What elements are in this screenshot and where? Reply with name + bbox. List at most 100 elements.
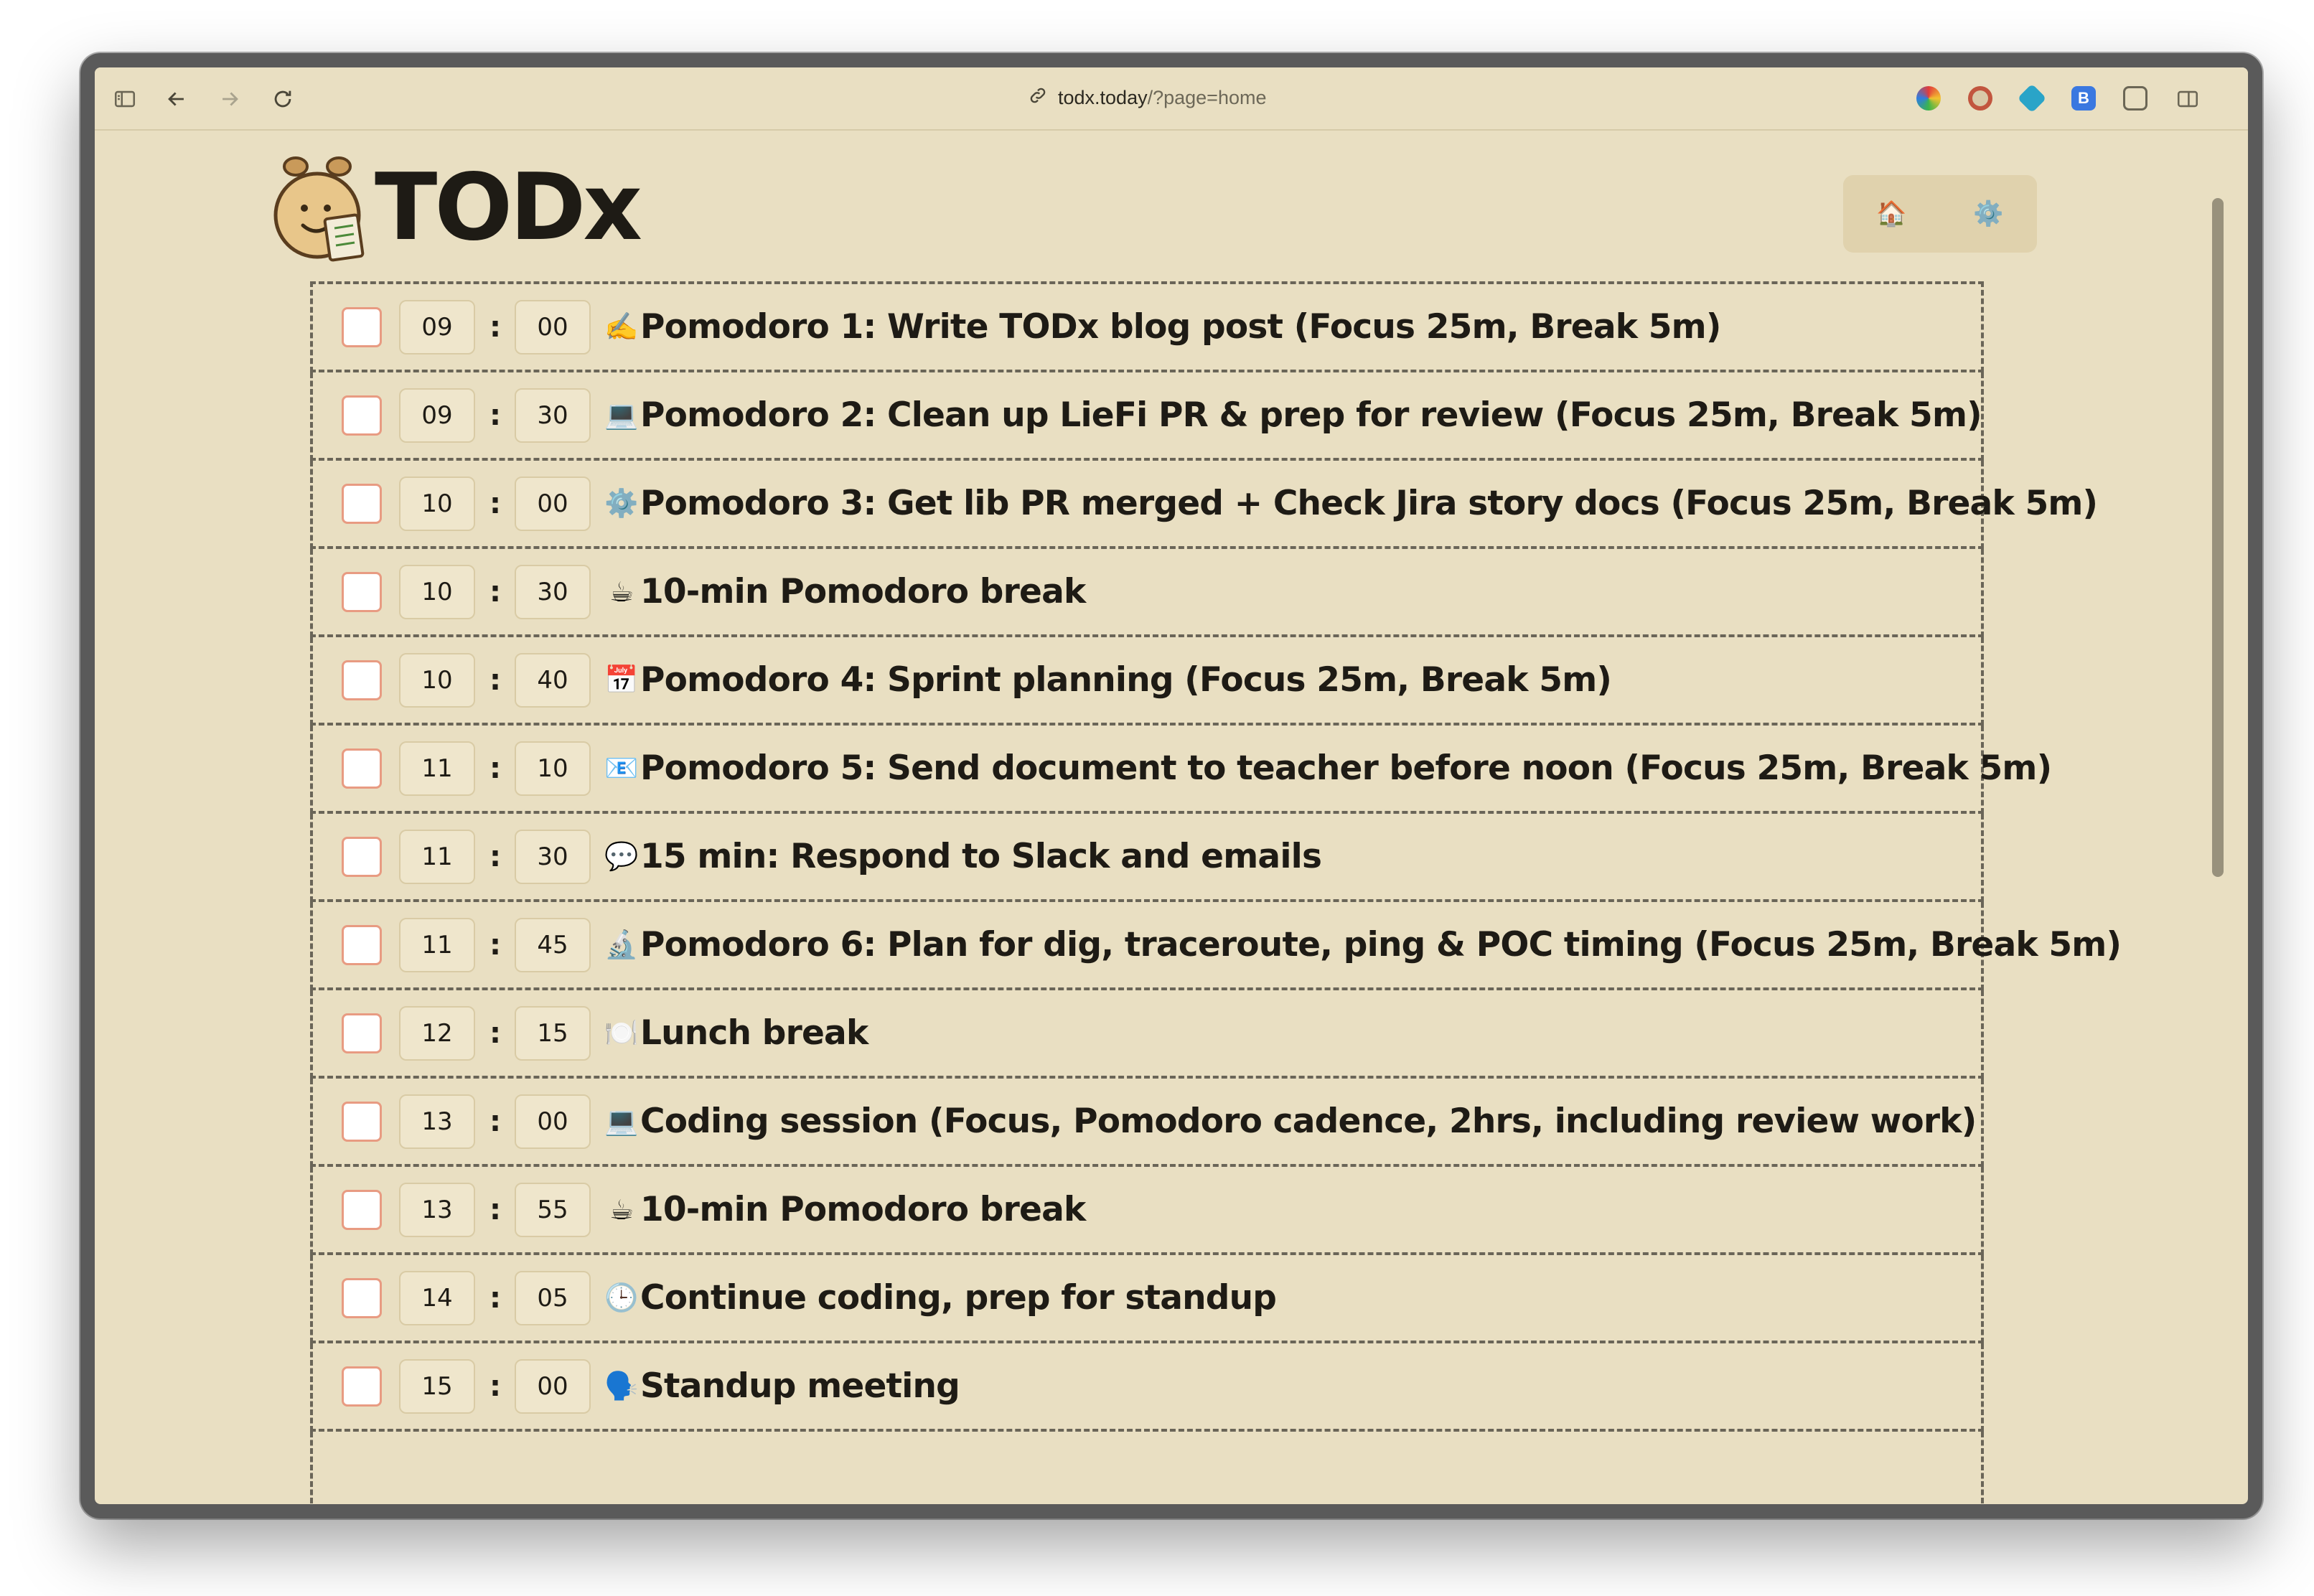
task-row: 14 : 05 🕒 Continue coding, prep for stand…: [310, 1255, 1984, 1343]
time-colon: :: [490, 1369, 501, 1403]
scrollbar[interactable]: [2212, 198, 2224, 877]
task-title[interactable]: Pomodoro 6: Plan for dig, traceroute, pi…: [640, 925, 2122, 964]
task-emoji-icon: 📧: [604, 752, 639, 784]
hour-field[interactable]: 10: [399, 476, 475, 531]
task-checkbox[interactable]: [342, 836, 382, 877]
task-title[interactable]: Pomodoro 5: Send document to teacher bef…: [640, 748, 2052, 788]
task-row-partial: [310, 1432, 1984, 1504]
minute-field[interactable]: 00: [515, 1094, 591, 1149]
task-title[interactable]: Continue coding, prep for standup: [640, 1278, 1277, 1318]
minute-field[interactable]: 10: [515, 741, 591, 796]
settings-gear-icon[interactable]: ⚙️: [1960, 185, 2018, 243]
task-checkbox[interactable]: [342, 1277, 382, 1318]
task-row: 11 : 10 📧 Pomodoro 5: Send document to te…: [310, 726, 2052, 814]
extension-b-icon[interactable]: B: [2071, 86, 2096, 111]
sidebar-toggle-icon[interactable]: [111, 85, 139, 113]
alarm-clock-mascot-icon: [273, 156, 365, 262]
task-title[interactable]: Standup meeting: [640, 1366, 960, 1406]
time-colon: :: [490, 1016, 501, 1050]
minute-field[interactable]: 30: [515, 564, 591, 619]
task-title[interactable]: 10-min Pomodoro break: [640, 1190, 1086, 1229]
task-row: 15 : 00 🗣️ Standup meeting: [310, 1343, 1984, 1432]
task-emoji-icon: 💻: [604, 399, 639, 431]
hour-field[interactable]: 13: [399, 1094, 475, 1149]
hour-field[interactable]: 11: [399, 829, 475, 884]
extension-face-icon[interactable]: [1968, 86, 1992, 111]
split-view-icon[interactable]: [2173, 85, 2202, 113]
hour-field[interactable]: 11: [399, 917, 475, 972]
task-title[interactable]: 10-min Pomodoro break: [640, 572, 1086, 611]
url-domain: todx.today: [1058, 86, 1148, 108]
task-checkbox[interactable]: [342, 1366, 382, 1407]
extension-cube-icon[interactable]: [2017, 83, 2047, 113]
page-content: TODx 🏠 ⚙️ 09 : 00 ✍️ Pomodoro 1: Write TO…: [95, 131, 2226, 1504]
task-title[interactable]: 15 min: Respond to Slack and emails: [640, 837, 1322, 876]
brand-title: TODx: [375, 154, 642, 261]
minute-field[interactable]: 05: [515, 1270, 591, 1325]
task-checkbox[interactable]: [342, 924, 382, 965]
task-row: 11 : 45 🔬 Pomodoro 6: Plan for dig, trace…: [310, 902, 2122, 990]
task-title[interactable]: Pomodoro 2: Clean up LieFi PR & prep for…: [640, 395, 1982, 435]
hour-field[interactable]: 12: [399, 1005, 475, 1061]
reload-icon[interactable]: [268, 85, 297, 113]
minute-field[interactable]: 45: [515, 917, 591, 972]
task-emoji-icon: 🕒: [604, 1282, 639, 1313]
task-emoji-icon: 🗣️: [604, 1370, 639, 1402]
time-colon: :: [490, 1193, 501, 1226]
minute-field[interactable]: 15: [515, 1005, 591, 1061]
hour-field[interactable]: 09: [399, 299, 475, 355]
task-emoji-icon: 🍽️: [604, 1017, 639, 1048]
task-emoji-icon: 🔬: [604, 929, 639, 960]
task-checkbox[interactable]: [342, 306, 382, 347]
hour-field[interactable]: 11: [399, 741, 475, 796]
task-checkbox[interactable]: [342, 748, 382, 789]
minute-field[interactable]: 00: [515, 1358, 591, 1414]
task-row: 10 : 30 ☕ 10-min Pomodoro break: [310, 549, 1984, 637]
task-row: 12 : 15 🍽️ Lunch break: [310, 990, 1984, 1079]
task-title[interactable]: Lunch break: [640, 1013, 868, 1053]
hour-field[interactable]: 10: [399, 564, 475, 619]
minute-field[interactable]: 00: [515, 476, 591, 531]
time-colon: :: [490, 663, 501, 697]
browser-toolbar: todx.today/?page=home B: [95, 67, 2248, 131]
task-checkbox[interactable]: [342, 1189, 382, 1230]
task-checkbox[interactable]: [342, 659, 382, 700]
url-path: /?page=home: [1147, 86, 1267, 108]
time-colon: :: [490, 928, 501, 962]
minute-field[interactable]: 55: [515, 1182, 591, 1237]
minute-field[interactable]: 30: [515, 388, 591, 443]
time-colon: :: [490, 575, 501, 609]
hour-field[interactable]: 09: [399, 388, 475, 443]
task-checkbox[interactable]: [342, 1101, 382, 1142]
hour-field[interactable]: 15: [399, 1358, 475, 1414]
forward-arrow-icon[interactable]: [215, 85, 244, 113]
task-checkbox[interactable]: [342, 395, 382, 436]
minute-field[interactable]: 00: [515, 299, 591, 355]
minute-field[interactable]: 30: [515, 829, 591, 884]
home-icon[interactable]: 🏠: [1863, 185, 1921, 243]
task-emoji-icon: 💬: [604, 840, 639, 872]
minute-field[interactable]: 40: [515, 652, 591, 708]
time-colon: :: [490, 751, 501, 785]
task-row: 11 : 30 💬 15 min: Respond to Slack and em…: [310, 814, 1984, 902]
task-title[interactable]: Pomodoro 3: Get lib PR merged + Check Ji…: [640, 484, 2098, 523]
task-emoji-icon: ☕: [609, 1193, 634, 1226]
hour-field[interactable]: 10: [399, 652, 475, 708]
task-title[interactable]: Coding session (Focus, Pomodoro cadence,…: [640, 1102, 1977, 1141]
task-checkbox[interactable]: [342, 483, 382, 524]
logo[interactable]: TODx: [267, 151, 642, 266]
back-arrow-icon[interactable]: [162, 85, 191, 113]
address-bar[interactable]: todx.today/?page=home: [1028, 83, 1266, 112]
link-icon: [1028, 85, 1048, 111]
task-title[interactable]: Pomodoro 1: Write TODx blog post (Focus …: [640, 307, 1721, 347]
task-checkbox[interactable]: [342, 1013, 382, 1053]
hour-field[interactable]: 13: [399, 1182, 475, 1237]
task-row: 10 : 40 📅 Pomodoro 4: Sprint planning (Fo…: [310, 637, 1984, 726]
extension-menu-icon[interactable]: [2123, 86, 2147, 111]
extension-color-icon[interactable]: [1916, 86, 1941, 111]
task-title[interactable]: Pomodoro 4: Sprint planning (Focus 25m, …: [640, 660, 1612, 700]
time-colon: :: [490, 840, 501, 873]
task-row: 13 : 55 ☕ 10-min Pomodoro break: [310, 1167, 1984, 1255]
task-checkbox[interactable]: [342, 571, 382, 612]
hour-field[interactable]: 14: [399, 1270, 475, 1325]
